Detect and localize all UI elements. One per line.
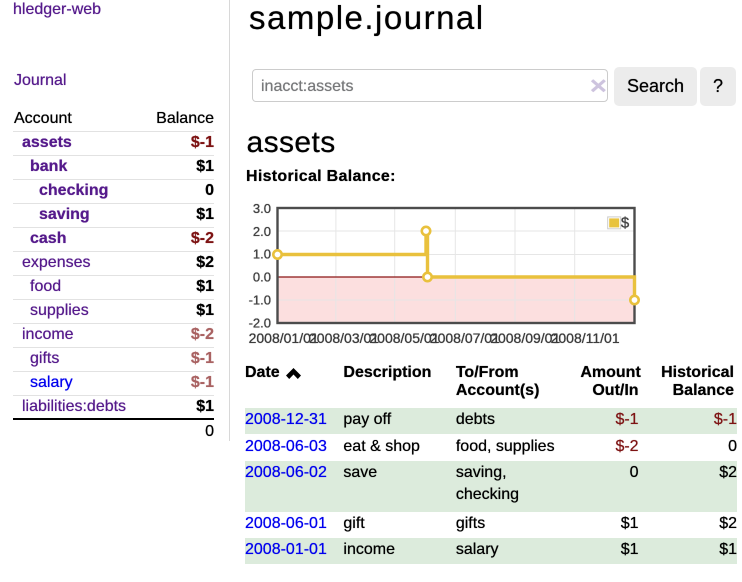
svg-text:3.0: 3.0 xyxy=(253,201,271,216)
svg-text:-1.0: -1.0 xyxy=(249,293,271,308)
svg-text:-2.0: -2.0 xyxy=(249,316,271,331)
svg-text:2008/11/01: 2008/11/01 xyxy=(551,330,620,346)
svg-text:1.0: 1.0 xyxy=(253,247,271,262)
svg-text:$: $ xyxy=(621,215,630,232)
svg-text:0.0: 0.0 xyxy=(253,270,271,285)
svg-text:2.0: 2.0 xyxy=(253,224,271,239)
